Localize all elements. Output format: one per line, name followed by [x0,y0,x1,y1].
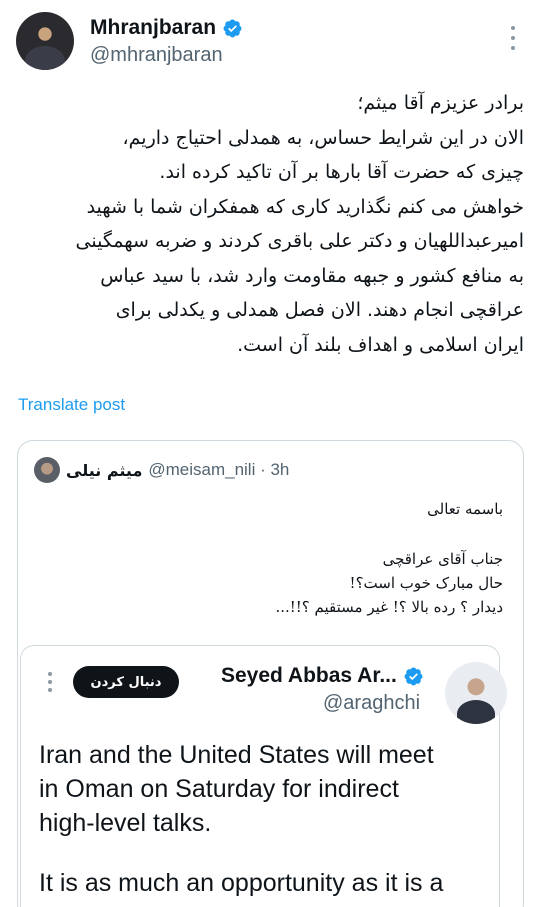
follow-button: دنبال کردن [73,666,179,698]
embedded-post-screenshot: دنبال کردن Seyed Abbas Ar... @araghchi I… [20,645,507,907]
quoted-post-text: باسمه تعالی جناب آقای عراقچی حال مبارک خ… [275,497,503,619]
verified-badge-icon [223,19,242,37]
quoted-author-name: میثم نیلی [66,460,143,480]
author-avatar[interactable] [16,12,74,70]
post-line: عراقچی انجام دهند. الان فصل همدلی و یکدل… [115,299,524,321]
translate-post-link[interactable]: Translate post [18,395,125,415]
quoted-line: جناب آقای عراقچی [382,550,503,568]
embedded-author-name-row: Seyed Abbas Ar... [221,664,424,688]
post-line: خواهش می کنم نگذارید کاری که همفکران شما… [86,195,524,218]
embedded-paragraph: It is as much an opportunity as it is a [39,869,444,897]
quoted-line: دیدار ؟ رده بالا ؟! غیر مستقیم ؟!!... [275,598,503,616]
author-display-name[interactable]: Mhranjbaran [90,16,216,40]
quoted-author-handle-time: @meisam_nili · 3h [148,460,290,479]
embedded-verified-badge-icon [404,667,423,685]
quoted-post[interactable]: میثم نیلی @meisam_nili · 3h باسمه تعالی … [17,440,524,907]
quoted-line: حال مبارک خوب است؟! [349,574,503,592]
author-handle[interactable]: @mhranjbaran [90,44,223,67]
quoted-author-avatar [34,457,60,483]
embedded-author-name: Seyed Abbas Ar... [221,664,397,687]
post-line: امیرعبداللهیان و دکتر علی باقری کردند و … [75,230,524,252]
more-options-icon[interactable] [508,26,518,50]
post-header: Mhranjbaran @mhranjbaran [16,12,524,76]
embedded-more-icon [47,672,53,692]
post-line: الان در این شرایط حساس، به همدلی احتیاج … [122,126,524,149]
post-line: برادر عزیزم آقا میثم؛ [357,92,524,114]
embedded-author-handle: @araghchi [323,692,421,714]
author-name-row: Mhranjbaran [90,16,243,40]
quoted-post-header: میثم نیلی @meisam_nili · 3h [34,457,289,483]
embedded-paragraph: Iran and the United States will meet in … [39,741,434,837]
post-text: برادر عزیزم آقا میثم؛ الان در این شرایط … [18,86,524,362]
post-line: به منافع کشور و جبهه مقاومت وارد شد، با … [100,264,524,287]
post-line: چیزی که حضرت آقا بارها بر آن تاکید کرده … [159,161,524,183]
quoted-line: باسمه تعالی [427,500,503,518]
post-line: ایران اسلامی و اهداف بلند آن است. [237,333,524,356]
embedded-post-text: Iran and the United States will meet in … [39,738,489,900]
embedded-author-avatar [445,662,507,724]
